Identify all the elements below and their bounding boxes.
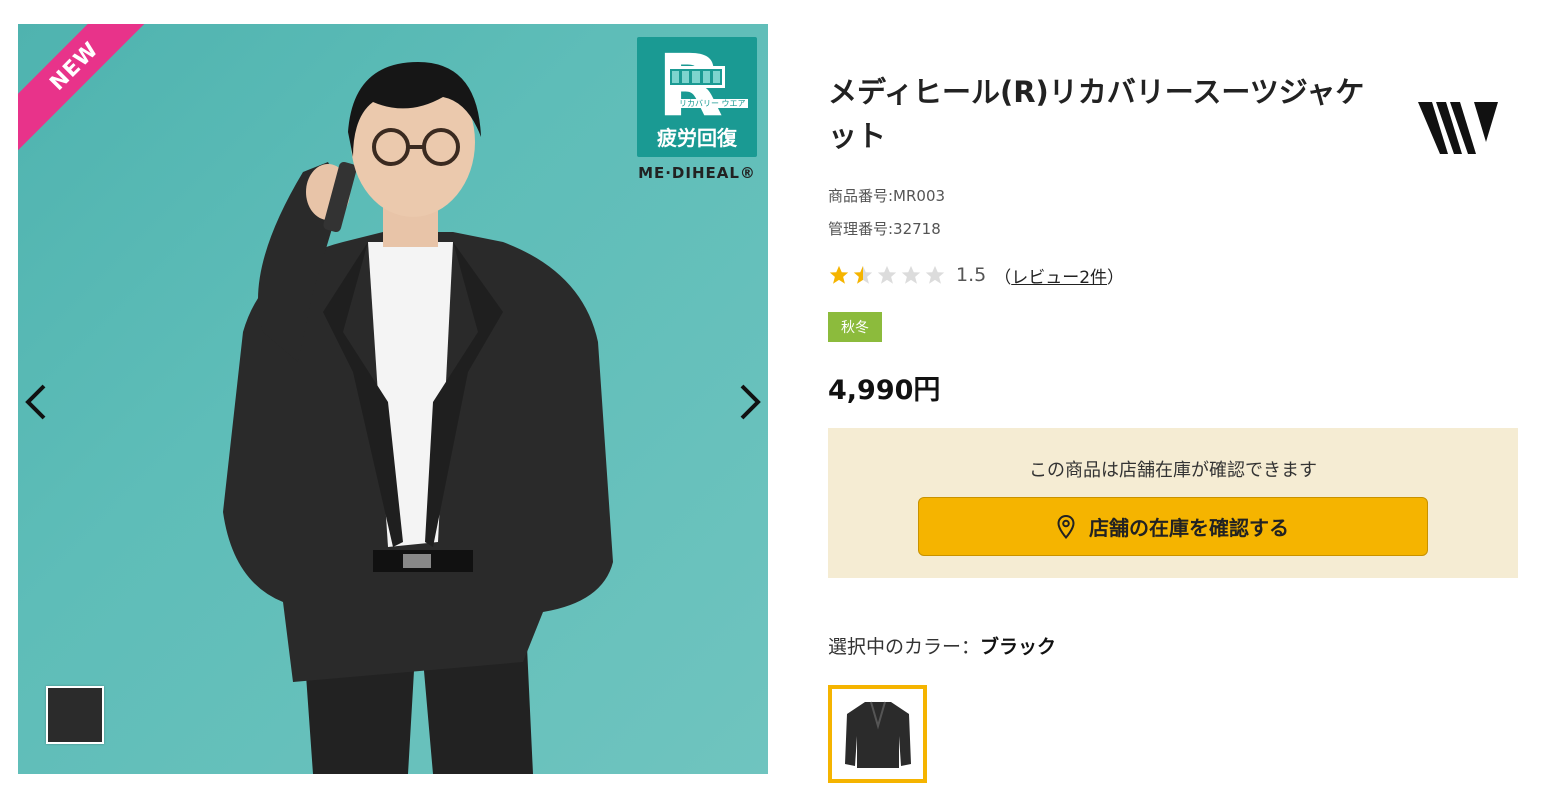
management-number: 管理番号:32718 bbox=[828, 220, 941, 238]
selected-color-value: ブラック bbox=[980, 636, 1057, 658]
product-details: メディヒール(R)リカバリースーツジャケット 商品番号:MR003 管理番号:3… bbox=[828, 70, 1518, 783]
battery-icon bbox=[667, 66, 725, 88]
mediheal-badge: R リカバリー ウエア 疲労回復 ME·DIHEAL® bbox=[637, 37, 757, 182]
gallery-prev-button[interactable] bbox=[18, 378, 54, 426]
rating-stars bbox=[828, 264, 946, 286]
product-number: 商品番号:MR003 bbox=[828, 187, 946, 205]
product-price: 4,990円 bbox=[828, 375, 941, 406]
model-photo bbox=[223, 62, 613, 774]
store-stock-message: この商品は店舗在庫が確認できます bbox=[1029, 460, 1317, 481]
check-store-stock-label: 店舗の在庫を確認する bbox=[1089, 516, 1289, 540]
product-image-gallery[interactable]: NEW R リカバリー ウエア 疲労回復 ME·DIHEAL® bbox=[18, 24, 768, 774]
rating-value: 1.5 bbox=[956, 264, 987, 286]
product-title: メディヒール(R)リカバリースーツジャケット bbox=[828, 75, 1365, 153]
star-empty-icon bbox=[925, 265, 945, 284]
check-store-stock-button[interactable]: 店舗の在庫を確認する bbox=[918, 497, 1428, 556]
star-half-icon bbox=[853, 265, 873, 284]
chevron-right-icon bbox=[740, 384, 761, 420]
new-ribbon: NEW bbox=[18, 24, 159, 151]
recovery-wear-logo: R リカバリー ウエア 疲労回復 bbox=[637, 37, 757, 157]
store-stock-panel: この商品は店舗在庫が確認できます 店舗の在庫を確認する bbox=[828, 428, 1518, 578]
mediheal-brand: ME·DIHEAL® bbox=[638, 164, 756, 182]
jacket-thumbnail bbox=[844, 701, 911, 768]
rating-row: 1.5 （レビュー2件） bbox=[828, 260, 1518, 290]
star-full-icon bbox=[829, 265, 849, 284]
selected-color-label: 選択中のカラー：ブラック bbox=[828, 636, 1057, 658]
star-empty-icon bbox=[877, 265, 897, 284]
review-link[interactable]: レビュー2件 bbox=[1011, 268, 1107, 288]
review-count: （レビュー2件） bbox=[994, 267, 1125, 288]
color-swatch-black[interactable] bbox=[828, 685, 927, 783]
star-empty-icon bbox=[901, 265, 921, 284]
chevron-left-icon bbox=[25, 384, 46, 420]
fabric-swatch-thumbnail[interactable] bbox=[46, 686, 104, 744]
gallery-next-button[interactable] bbox=[732, 378, 768, 426]
badge-subtitle: リカバリー ウエア bbox=[677, 99, 748, 108]
map-pin-icon bbox=[1057, 514, 1075, 539]
season-badge: 秋冬 bbox=[828, 312, 882, 342]
brand-logo[interactable] bbox=[1418, 96, 1500, 160]
badge-title: 疲労回復 bbox=[657, 126, 737, 150]
